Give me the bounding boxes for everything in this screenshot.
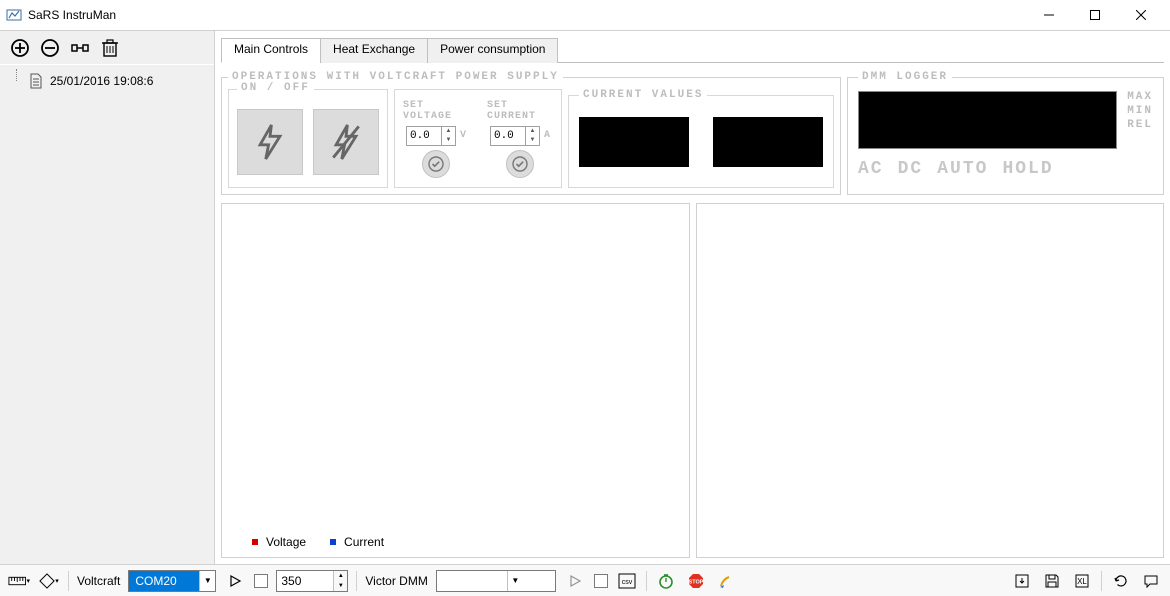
svg-text:STOP: STOP (688, 579, 703, 585)
stop-button[interactable]: STOP (685, 570, 707, 592)
set-voltage-label: SET VOLTAGE (403, 100, 469, 122)
power-on-button[interactable] (237, 109, 303, 175)
voltcraft-checkbox[interactable] (254, 574, 268, 588)
interval-input[interactable] (277, 571, 333, 591)
document-icon (28, 73, 44, 89)
down-arrow-icon[interactable]: ▼ (334, 581, 347, 591)
victor-port-value (437, 571, 507, 591)
victor-label: Victor DMM (365, 574, 427, 588)
svg-text:csv: csv (622, 579, 633, 586)
csv-button[interactable]: csv (616, 570, 638, 592)
tab-power-consumption[interactable]: Power consumption (427, 38, 558, 63)
power-off-button[interactable] (313, 109, 379, 175)
voltage-spinner[interactable]: ▲▼ (406, 126, 456, 146)
current-spinner[interactable]: ▲▼ (490, 126, 540, 146)
set-current-label: SET CURRENT (487, 100, 553, 122)
close-button[interactable] (1118, 0, 1164, 30)
voltage-input[interactable] (407, 127, 441, 145)
timer-button[interactable] (655, 570, 677, 592)
chevron-down-icon: ▼ (199, 571, 215, 591)
save-button[interactable] (1041, 570, 1063, 592)
window-title: SaRS InstruMan (28, 8, 1026, 22)
legend-label-voltage: Voltage (266, 535, 306, 549)
tree-item[interactable]: 25/01/2016 19:08:6 (6, 69, 208, 93)
legend-swatch-voltage (252, 539, 258, 545)
chart-right (696, 203, 1165, 558)
clean-button[interactable] (715, 570, 737, 592)
excel-button[interactable]: XL (1071, 570, 1093, 592)
interval-spinner[interactable]: ▲▼ (276, 570, 348, 592)
status-bar: ▾ ▾ Voltcraft COM20 ▼ ▲▼ Victor DMM ▼ cs… (0, 564, 1170, 596)
voltage-unit: V (460, 130, 466, 141)
session-tree[interactable]: 25/01/2016 19:08:6 (0, 65, 214, 97)
chat-button[interactable] (1140, 570, 1162, 592)
remove-button[interactable] (38, 36, 62, 60)
voltcraft-port-dropdown[interactable]: COM20 ▼ (128, 570, 216, 592)
app-icon (6, 7, 22, 23)
victor-port-dropdown[interactable]: ▼ (436, 570, 556, 592)
dmm-max-label: MAX (1127, 91, 1153, 103)
apply-current-button[interactable] (506, 150, 534, 178)
chart-legend: Voltage Current (252, 535, 384, 549)
add-button[interactable] (8, 36, 32, 60)
legend-label-current: Current (344, 535, 384, 549)
svg-text:XL: XL (1077, 577, 1087, 586)
dmm-logger-group: DMM LOGGER MAX MIN REL AC DC AUTO HOLD (847, 71, 1164, 195)
onoff-label: ON / OFF (237, 82, 314, 94)
current-input[interactable] (491, 127, 525, 145)
sidebar: 25/01/2016 19:08:6 (0, 31, 215, 564)
voltcraft-play-button[interactable] (224, 570, 246, 592)
sidebar-toolbar (0, 31, 214, 65)
dmm-ac-indicator: AC (858, 159, 884, 179)
chart-left: Voltage Current (221, 203, 690, 558)
link-button[interactable] (68, 36, 92, 60)
tab-bar: Main Controls Heat Exchange Power consum… (221, 37, 1164, 63)
current-values-title: CURRENT VALUES (579, 89, 707, 101)
up-arrow-icon[interactable]: ▲ (442, 127, 455, 136)
dmm-min-label: MIN (1127, 105, 1153, 117)
dmm-title: DMM LOGGER (858, 71, 952, 83)
voltage-display (579, 117, 689, 167)
dmm-rel-label: REL (1127, 119, 1153, 131)
voltcraft-port-value: COM20 (129, 571, 199, 591)
victor-play-button[interactable] (564, 570, 586, 592)
maximize-button[interactable] (1072, 0, 1118, 30)
apply-voltage-button[interactable] (422, 150, 450, 178)
dmm-dc-indicator: DC (898, 159, 924, 179)
tab-heat-exchange[interactable]: Heat Exchange (320, 38, 428, 63)
dmm-auto-indicator: AUTO (937, 159, 988, 179)
down-arrow-icon[interactable]: ▼ (526, 136, 539, 145)
up-arrow-icon[interactable]: ▲ (334, 571, 347, 581)
delete-button[interactable] (98, 36, 122, 60)
current-values-group: CURRENT VALUES (568, 89, 834, 188)
tab-main-controls[interactable]: Main Controls (221, 38, 321, 63)
dmm-display (858, 91, 1117, 149)
tree-item-label: 25/01/2016 19:08:6 (50, 74, 153, 88)
dmm-hold-indicator: HOLD (1002, 159, 1053, 179)
paint-button[interactable]: ▾ (38, 570, 60, 592)
down-arrow-icon[interactable]: ▼ (442, 136, 455, 145)
export-button[interactable] (1011, 570, 1033, 592)
title-bar: SaRS InstruMan (0, 0, 1170, 30)
minimize-button[interactable] (1026, 0, 1072, 30)
ruler-button[interactable]: ▾ (8, 570, 30, 592)
voltcraft-label: Voltcraft (77, 574, 120, 588)
victor-checkbox[interactable] (594, 574, 608, 588)
up-arrow-icon[interactable]: ▲ (526, 127, 539, 136)
refresh-button[interactable] (1110, 570, 1132, 592)
current-display (713, 117, 823, 167)
operations-group: OPERATIONS WITH VOLTCRAFT POWER SUPPLY O… (221, 71, 841, 195)
legend-swatch-current (330, 539, 336, 545)
content-area: Main Controls Heat Exchange Power consum… (215, 31, 1170, 564)
chevron-down-icon: ▼ (507, 571, 523, 591)
current-unit: A (544, 130, 550, 141)
